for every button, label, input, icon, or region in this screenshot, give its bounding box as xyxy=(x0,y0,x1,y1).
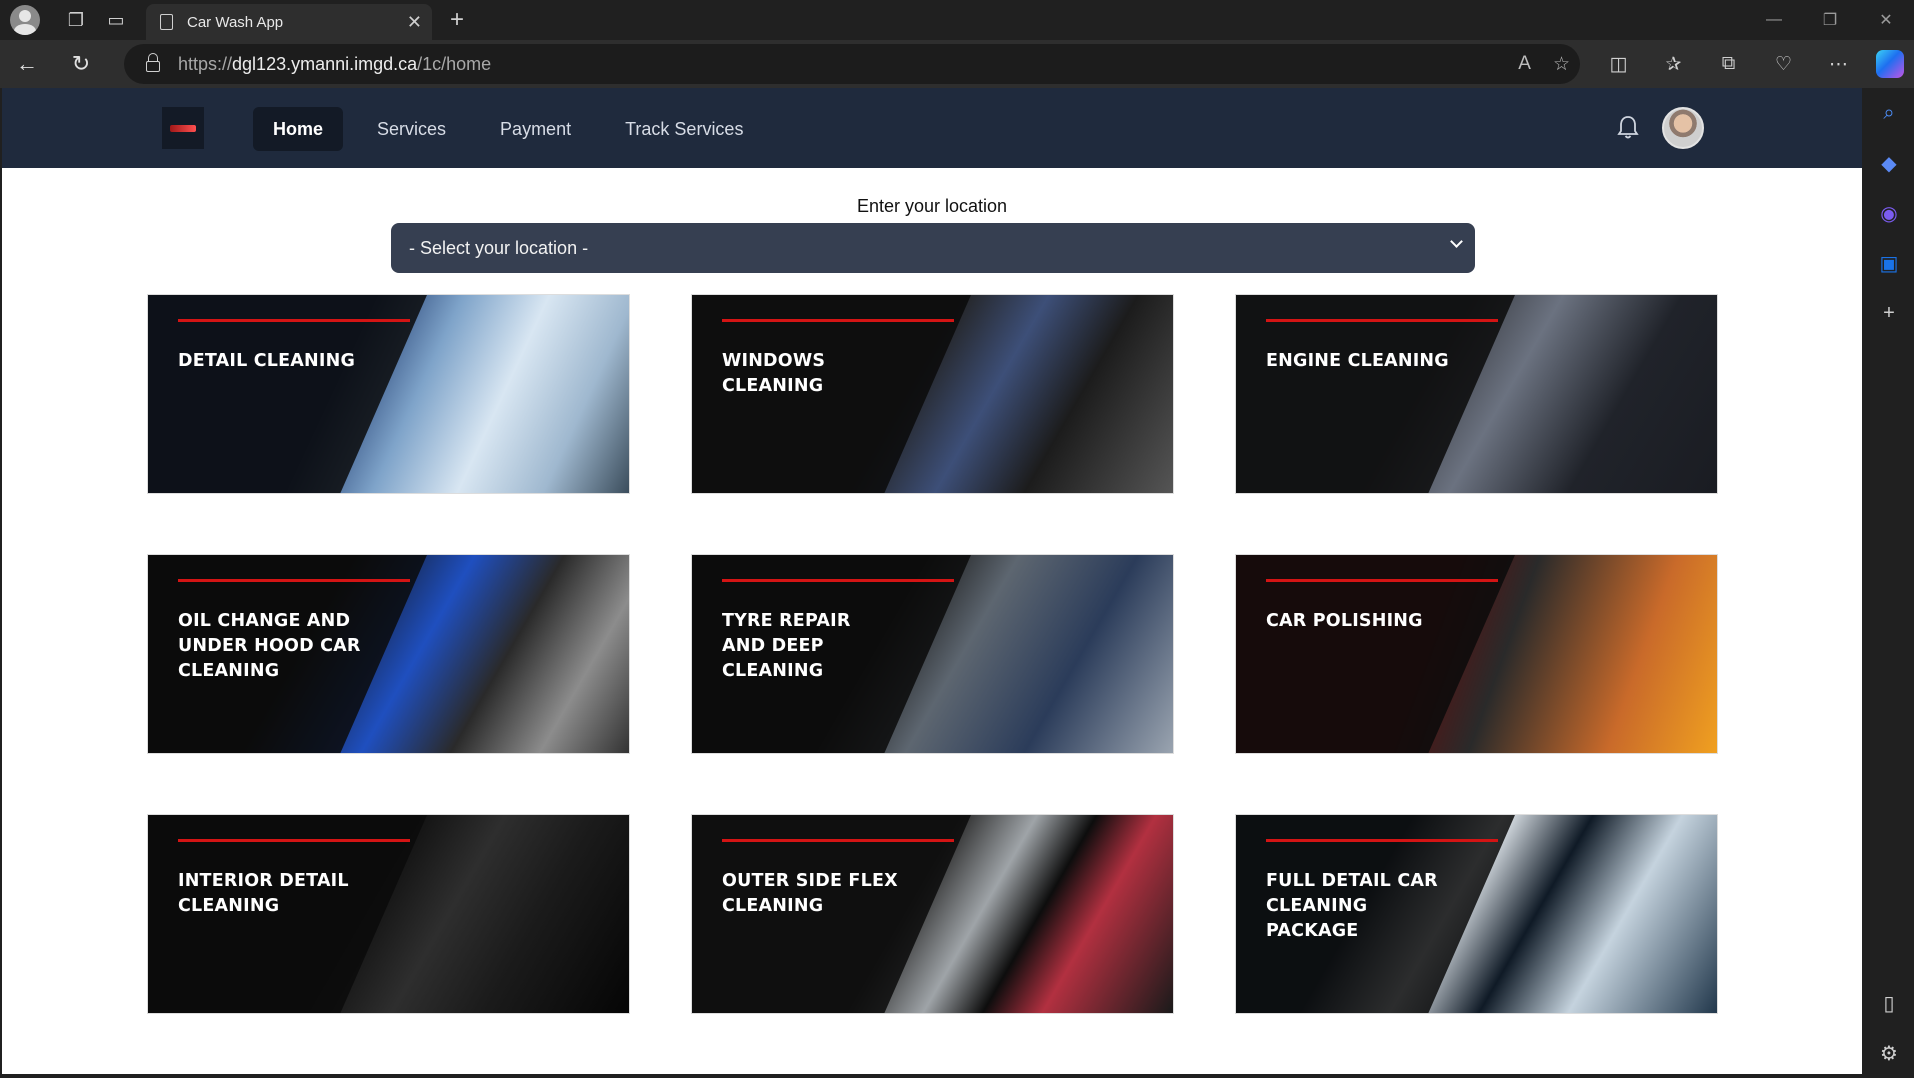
service-card-engine-cleaning[interactable]: Engine Cleaning xyxy=(1235,294,1718,494)
search-icon[interactable]: ⌕ xyxy=(1864,88,1914,138)
nav-links: Home Services Payment Track Services xyxy=(253,107,763,151)
nav-track-services[interactable]: Track Services xyxy=(605,107,763,151)
service-title: Oil Change and Under Hood Car Cleaning xyxy=(178,611,361,681)
page-viewport: Home Services Payment Track Services Ent… xyxy=(2,88,1862,1074)
services-grid: Detail Cleaning Windows Cleaning Engine … xyxy=(147,294,1719,1014)
chevron-down-icon xyxy=(1450,235,1463,248)
service-card-detail-cleaning[interactable]: Detail Cleaning xyxy=(147,294,630,494)
notification-bell-icon[interactable] xyxy=(1616,114,1640,142)
site-logo[interactable] xyxy=(162,107,204,149)
workspaces-icon[interactable]: ❐ xyxy=(56,0,96,40)
nav-services[interactable]: Services xyxy=(357,107,466,151)
service-card-outer-side-flex[interactable]: Outer Side Flex Cleaning xyxy=(691,814,1174,1014)
add-sidebar-app-icon[interactable]: + xyxy=(1864,288,1914,338)
location-select[interactable]: - Select your location - xyxy=(391,223,1475,273)
service-card-oil-change[interactable]: Oil Change and Under Hood Car Cleaning xyxy=(147,554,630,754)
new-tab-button[interactable]: + xyxy=(450,6,464,34)
minimize-button[interactable]: — xyxy=(1746,0,1802,40)
browser-tools: ◫ ✰ ⧉ ♡ ⋯ xyxy=(1591,40,1914,88)
service-card-tyre-repair[interactable]: Tyre Repair and Deep Cleaning xyxy=(691,554,1174,754)
outlook-icon[interactable]: ▣ xyxy=(1864,238,1914,288)
accent-line xyxy=(1266,319,1498,322)
page-icon xyxy=(160,14,173,30)
refresh-button[interactable]: ↻ xyxy=(54,40,108,88)
url-text: https://dgl123.ymanni.imgd.ca/1c/home xyxy=(178,53,492,74)
read-aloud-icon[interactable]: A xyxy=(1518,53,1531,75)
address-bar-actions: A ☆ xyxy=(1518,44,1570,84)
accent-line xyxy=(722,839,954,842)
settings-gear-icon[interactable]: ⚙ xyxy=(1864,1028,1914,1078)
service-card-interior-detail[interactable]: Interior Detail Cleaning xyxy=(147,814,630,1014)
close-window-button[interactable]: ✕ xyxy=(1858,0,1914,40)
hide-sidebar-icon[interactable]: ▯ xyxy=(1864,978,1914,1028)
favorites-icon[interactable]: ✰ xyxy=(1646,40,1701,88)
service-title: Engine Cleaning xyxy=(1266,351,1449,371)
collections-icon[interactable]: ⧉ xyxy=(1701,40,1756,88)
service-title: Full Detail Car Cleaning Package xyxy=(1266,871,1438,941)
browser-toolbar: ← ↻ https://dgl123.ymanni.imgd.ca/1c/hom… xyxy=(0,40,1914,88)
nav-payment[interactable]: Payment xyxy=(480,107,591,151)
split-screen-icon[interactable]: ◫ xyxy=(1591,40,1646,88)
restore-button[interactable]: ❐ xyxy=(1802,0,1858,40)
service-title: Car Polishing xyxy=(1266,611,1423,631)
user-avatar[interactable] xyxy=(1662,107,1704,149)
accent-line xyxy=(1266,579,1498,582)
back-button[interactable]: ← xyxy=(0,40,54,88)
service-title: Detail Cleaning xyxy=(178,351,356,371)
service-title: Interior Detail Cleaning xyxy=(178,871,349,916)
accent-line xyxy=(722,319,954,322)
accent-line xyxy=(178,839,410,842)
edge-sidebar: ⌕ ◆ ◉ ▣ + ▯ ⚙ xyxy=(1864,88,1914,1078)
shopping-tag-icon[interactable]: ◆ xyxy=(1864,138,1914,188)
accent-line xyxy=(178,579,410,582)
favorite-star-icon[interactable]: ☆ xyxy=(1553,53,1570,76)
accent-line xyxy=(722,579,954,582)
service-title: Tyre Repair and Deep Cleaning xyxy=(722,611,851,681)
location-select-value: - Select your location - xyxy=(409,237,589,258)
lock-icon[interactable] xyxy=(146,53,160,72)
site-navbar: Home Services Payment Track Services xyxy=(2,88,1862,168)
location-label: Enter your location xyxy=(856,196,1008,216)
browser-tab-active[interactable]: Car Wash App ✕ xyxy=(146,4,432,40)
accent-line xyxy=(178,319,410,322)
service-card-full-detail-package[interactable]: Full Detail Car Cleaning Package xyxy=(1235,814,1718,1014)
service-card-car-polishing[interactable]: Car Polishing xyxy=(1235,554,1718,754)
browser-tab-strip: ❐ ▭ Car Wash App ✕ + — ❐ ✕ xyxy=(0,0,1914,40)
browser-essentials-icon[interactable]: ♡ xyxy=(1756,40,1811,88)
more-menu-icon[interactable]: ⋯ xyxy=(1811,40,1866,88)
service-title: Windows Cleaning xyxy=(722,351,826,396)
close-tab-icon[interactable]: ✕ xyxy=(407,12,422,33)
tab-title: Car Wash App xyxy=(187,13,284,31)
accent-line xyxy=(1266,839,1498,842)
window-controls: — ❐ ✕ xyxy=(1746,0,1914,40)
service-card-windows-cleaning[interactable]: Windows Cleaning xyxy=(691,294,1174,494)
browser-profile-icon[interactable] xyxy=(10,5,40,35)
copilot-apps-icon[interactable]: ◉ xyxy=(1864,188,1914,238)
nav-home[interactable]: Home xyxy=(253,107,344,151)
copilot-icon[interactable] xyxy=(1876,50,1904,78)
service-title: Outer Side Flex Cleaning xyxy=(722,871,898,916)
tab-actions-icon[interactable]: ▭ xyxy=(96,0,136,40)
address-bar[interactable]: https://dgl123.ymanni.imgd.ca/1c/home A … xyxy=(124,44,1580,84)
